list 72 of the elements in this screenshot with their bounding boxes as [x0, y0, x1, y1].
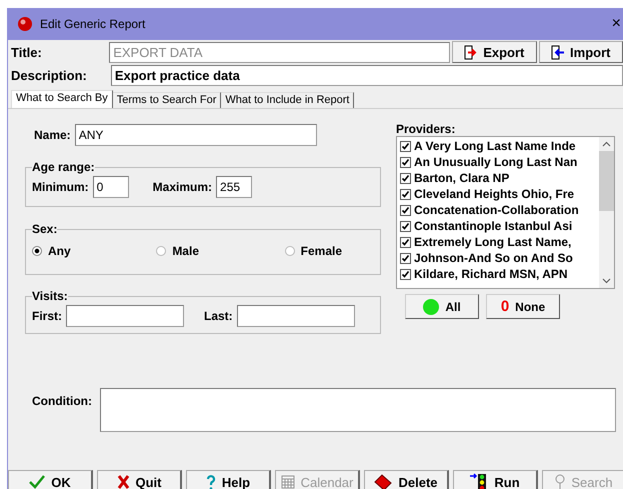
checkbox[interactable] — [400, 220, 411, 232]
minimum-field[interactable]: 0 — [92, 176, 129, 198]
provider-name[interactable]: Kildare, Richard MSN, APN — [414, 267, 568, 281]
calendar-icon — [280, 475, 295, 489]
checkbox[interactable] — [400, 188, 411, 200]
provider-name[interactable]: Johnson-And So on And So — [414, 251, 573, 265]
name-label: Name: — [34, 128, 71, 142]
sex-legend: Sex: — [32, 222, 58, 236]
provider-name[interactable]: Constantinople Istanbul Asi — [414, 219, 572, 233]
none-button[interactable]: 0 None — [486, 294, 560, 319]
first-label: First: — [32, 309, 62, 323]
checkmark-icon — [29, 475, 46, 489]
toolbar-button[interactable]: Run — [453, 470, 538, 489]
checkbox[interactable] — [400, 236, 411, 248]
checkbox[interactable] — [400, 156, 411, 168]
question-icon — [206, 474, 216, 489]
provider-name[interactable]: Cleveland Heights Ohio, Fre — [414, 187, 574, 201]
window-title: Edit Generic Report — [40, 17, 146, 31]
provider-name[interactable]: Extremely Long Last Name, — [414, 235, 572, 249]
checkbox[interactable] — [400, 252, 411, 264]
toolbar-button[interactable]: Quit — [97, 470, 182, 489]
provider-name[interactable]: A Very Long Last Name Inde — [414, 139, 576, 153]
export-icon — [464, 44, 478, 60]
description-label: Description: — [10, 68, 88, 82]
tab[interactable]: What to Search By — [11, 90, 113, 108]
toolbar-button[interactable]: OK — [8, 470, 93, 489]
checkbox[interactable] — [400, 268, 411, 280]
circle-icon — [423, 298, 440, 314]
scroll-up-icon[interactable] — [602, 141, 611, 147]
app-icon — [17, 16, 33, 32]
radio-label: Male — [172, 244, 199, 258]
radio-button[interactable] — [284, 246, 295, 256]
provider-name[interactable]: An Unusually Long Last Nan — [414, 155, 578, 169]
providers-label: Providers: — [396, 122, 456, 136]
radio-button[interactable] — [156, 246, 166, 256]
checkbox[interactable] — [400, 140, 411, 152]
radio-label: Female — [300, 244, 342, 258]
all-button[interactable]: All — [405, 294, 479, 319]
scroll-down-icon[interactable] — [602, 278, 611, 284]
radio-button[interactable] — [32, 246, 42, 256]
name-field[interactable]: ANY — [74, 124, 317, 146]
maximum-field[interactable]: 255 — [216, 176, 252, 198]
minimum-label: Minimum: — [32, 180, 89, 194]
last-label: Last: — [204, 309, 233, 323]
maximum-label: Maximum: — [152, 180, 212, 194]
checkbox[interactable] — [400, 172, 411, 184]
condition-label: Condition: — [32, 394, 92, 408]
tab[interactable]: What to Include in Report — [221, 92, 354, 108]
pin-icon — [555, 474, 566, 489]
age-range-legend: Age range: — [32, 160, 95, 174]
provider-name[interactable]: Barton, Clara NP — [414, 171, 510, 185]
first-field[interactable] — [66, 305, 184, 327]
description-field[interactable]: Export practice data — [110, 64, 623, 86]
title-label: Title: — [10, 44, 43, 60]
visits-legend: Visits: — [32, 289, 68, 303]
scrollbar[interactable] — [599, 137, 614, 288]
toolbar-button[interactable]: Delete — [364, 470, 449, 489]
checkbox[interactable] — [400, 204, 411, 216]
close-button[interactable]: × — [612, 15, 621, 33]
condition-field[interactable] — [100, 388, 616, 432]
tab[interactable]: Terms to Search For — [112, 92, 222, 108]
scrollbar-thumb[interactable] — [599, 151, 614, 211]
last-field[interactable] — [236, 305, 355, 327]
provider-name[interactable]: Concatenation-Collaboration — [414, 203, 579, 217]
cross-icon — [116, 475, 130, 489]
toolbar-button[interactable]: Help — [186, 470, 271, 489]
header-button[interactable]: Import — [538, 41, 623, 63]
radio-label: Any — [48, 244, 71, 258]
header-button[interactable]: Export — [452, 41, 537, 63]
traffic-light-icon — [470, 473, 488, 489]
import-icon — [551, 44, 566, 60]
eraser-icon — [374, 474, 392, 489]
